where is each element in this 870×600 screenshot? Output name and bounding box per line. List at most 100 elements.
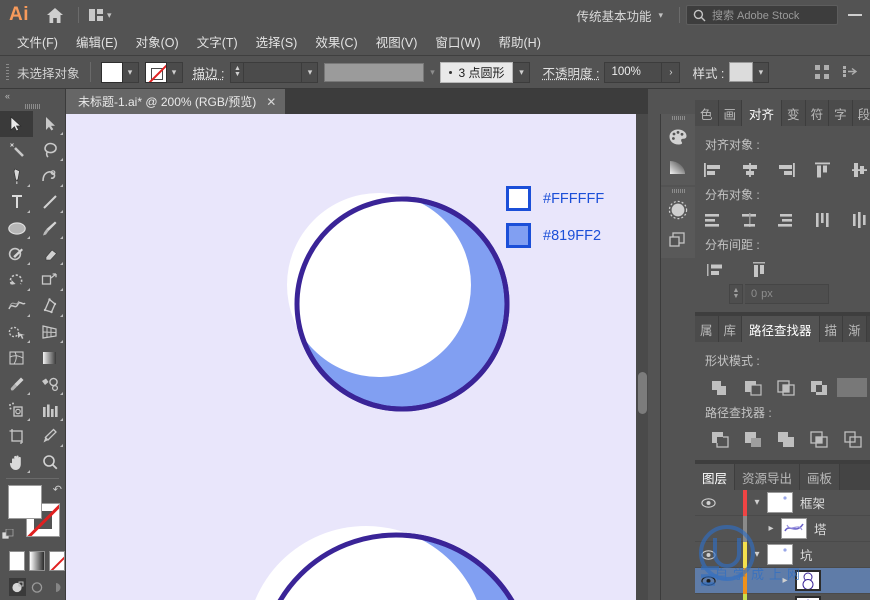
eye-icon[interactable] — [695, 575, 721, 586]
collapse-panel-icon[interactable]: « — [0, 89, 65, 102]
align-horizontal-center-icon[interactable] — [740, 158, 761, 182]
layer-thumbnail[interactable] — [767, 544, 793, 565]
align-right-icon[interactable] — [776, 158, 797, 182]
distribute-left-icon[interactable] — [813, 208, 834, 232]
fill-swatch[interactable] — [100, 61, 123, 83]
scale-tool[interactable] — [33, 267, 66, 293]
shape-builder-tool[interactable] — [0, 319, 33, 345]
mesh-tool[interactable] — [0, 345, 33, 371]
table-row[interactable]: ▾ 框架 — [695, 489, 870, 516]
draw-behind-button[interactable] — [29, 578, 46, 596]
tools-panel-gripper[interactable] — [0, 102, 65, 111]
tab-transform[interactable]: 变 — [782, 100, 806, 126]
menu-file[interactable]: 文件(F) — [8, 30, 67, 56]
window-controls[interactable] — [848, 14, 870, 16]
color-panel-icon[interactable] — [661, 122, 695, 152]
distribute-bottom-icon[interactable] — [776, 208, 797, 232]
width-tool[interactable] — [0, 293, 33, 319]
tab-artboards[interactable]: 画板 — [800, 464, 841, 490]
symbol-sprayer-tool[interactable] — [0, 397, 33, 423]
divide-icon[interactable] — [703, 426, 736, 452]
curvature-tool[interactable] — [33, 163, 66, 189]
shaper-tool[interactable] — [0, 241, 33, 267]
tab-layers[interactable]: 图层 — [695, 464, 736, 490]
draw-inside-button[interactable] — [48, 578, 65, 596]
menu-window[interactable]: 窗口(W) — [426, 30, 489, 56]
menu-help[interactable]: 帮助(H) — [490, 30, 550, 56]
chevron-down-icon[interactable]: ▾ — [513, 61, 531, 83]
chevron-down-icon[interactable]: ▾ — [424, 62, 440, 83]
tab-stroke[interactable]: 描 — [819, 316, 844, 342]
exclude-icon[interactable] — [802, 374, 835, 400]
vertical-distribute-space-icon[interactable] — [703, 258, 731, 282]
stroke-color-control[interactable]: ▾ — [144, 61, 183, 83]
gradient-panel-icon[interactable] — [661, 152, 695, 182]
appearance-panel-icon[interactable] — [661, 195, 695, 225]
scrollbar-thumb[interactable] — [638, 372, 647, 414]
tab-libraries[interactable]: 库 — [718, 316, 743, 342]
spacing-input[interactable]: 0 px — [745, 284, 829, 304]
minimize-button[interactable] — [848, 14, 862, 16]
stock-search-input[interactable]: 搜索 Adobe Stock — [686, 5, 838, 25]
color-swatch-button[interactable] — [9, 551, 25, 571]
layer-thumbnail[interactable] — [795, 596, 821, 600]
workspace-switcher[interactable]: 传统基本功能 ▾ — [566, 6, 673, 25]
merge-icon[interactable] — [769, 426, 802, 452]
gradient-swatch-button[interactable] — [29, 551, 45, 571]
align-left-icon[interactable] — [703, 158, 724, 182]
unite-icon[interactable] — [703, 374, 736, 400]
crop-icon[interactable] — [802, 426, 835, 452]
expand-button[interactable] — [835, 374, 868, 400]
stroke-style-field[interactable]: 3 点圆形 — [440, 61, 514, 83]
document-tab[interactable]: 未标题-1.ai* @ 200% (RGB/预览) ✕ — [66, 89, 286, 114]
eraser-tool[interactable] — [33, 241, 66, 267]
pen-tool[interactable] — [0, 163, 33, 189]
align-vertical-center-icon[interactable] — [849, 158, 870, 182]
stroke-weight-field[interactable] — [244, 61, 303, 83]
tab-asset-export[interactable]: 资源导出 — [735, 464, 801, 490]
layer-thumbnail[interactable] — [781, 518, 807, 539]
table-row[interactable]: ▸ 塔 — [695, 515, 870, 542]
menu-select[interactable]: 选择(S) — [247, 30, 307, 56]
tab-character[interactable]: 字 — [829, 100, 853, 126]
intersect-icon[interactable] — [769, 374, 802, 400]
gradient-tool[interactable] — [33, 345, 66, 371]
selection-tool[interactable] — [0, 111, 33, 137]
eye-icon[interactable] — [695, 549, 721, 560]
blend-tool[interactable] — [33, 371, 66, 397]
opacity-input[interactable]: 100% — [604, 61, 663, 83]
disclosure-triangle-icon[interactable]: ▸ — [775, 575, 795, 586]
close-icon[interactable]: ✕ — [266, 95, 276, 109]
line-segment-tool[interactable] — [33, 189, 66, 215]
disclosure-triangle-icon[interactable]: ▸ — [761, 523, 781, 534]
layer-thumbnail[interactable] — [795, 570, 821, 591]
menu-object[interactable]: 对象(O) — [127, 30, 188, 56]
default-fill-stroke-icon[interactable] — [1, 528, 14, 541]
tab-brushes[interactable]: 画 — [718, 100, 743, 126]
disclosure-triangle-icon[interactable]: ▾ — [747, 497, 767, 508]
stroke-profile-field[interactable] — [324, 62, 425, 82]
lasso-tool[interactable] — [33, 137, 66, 163]
chevron-down-icon[interactable]: ▾ — [302, 61, 319, 83]
canvas-area[interactable]: ^ #FFFFFF #819FF2 — [66, 114, 648, 600]
arrange-documents-icon[interactable]: ▾ — [85, 4, 116, 26]
disclosure-triangle-icon[interactable]: ▾ — [747, 549, 767, 560]
outline-icon[interactable] — [835, 426, 868, 452]
menu-type[interactable]: 文字(T) — [188, 30, 247, 56]
opacity-options-icon[interactable]: › — [662, 61, 681, 83]
dock-gripper[interactable] — [661, 187, 695, 195]
none-swatch-button[interactable] — [49, 551, 65, 571]
perspective-grid-tool[interactable] — [33, 319, 66, 345]
menu-effect[interactable]: 效果(C) — [306, 30, 366, 56]
stroke-swatch-none[interactable] — [144, 61, 167, 83]
menu-edit[interactable]: 编辑(E) — [67, 30, 127, 56]
column-graph-tool[interactable] — [33, 397, 66, 423]
layers-mini-icon[interactable] — [661, 225, 695, 255]
chevron-down-icon[interactable]: ▾ — [122, 61, 139, 83]
swap-fill-stroke-icon[interactable]: ↶ — [53, 483, 62, 496]
spacing-stepper[interactable]: ▲ ▼ — [729, 284, 743, 304]
tab-color[interactable]: 色 — [695, 100, 719, 126]
toolbar-fill-swatch[interactable] — [8, 485, 42, 519]
tab-symbols[interactable]: 符 — [805, 100, 830, 126]
trim-icon[interactable] — [736, 426, 769, 452]
